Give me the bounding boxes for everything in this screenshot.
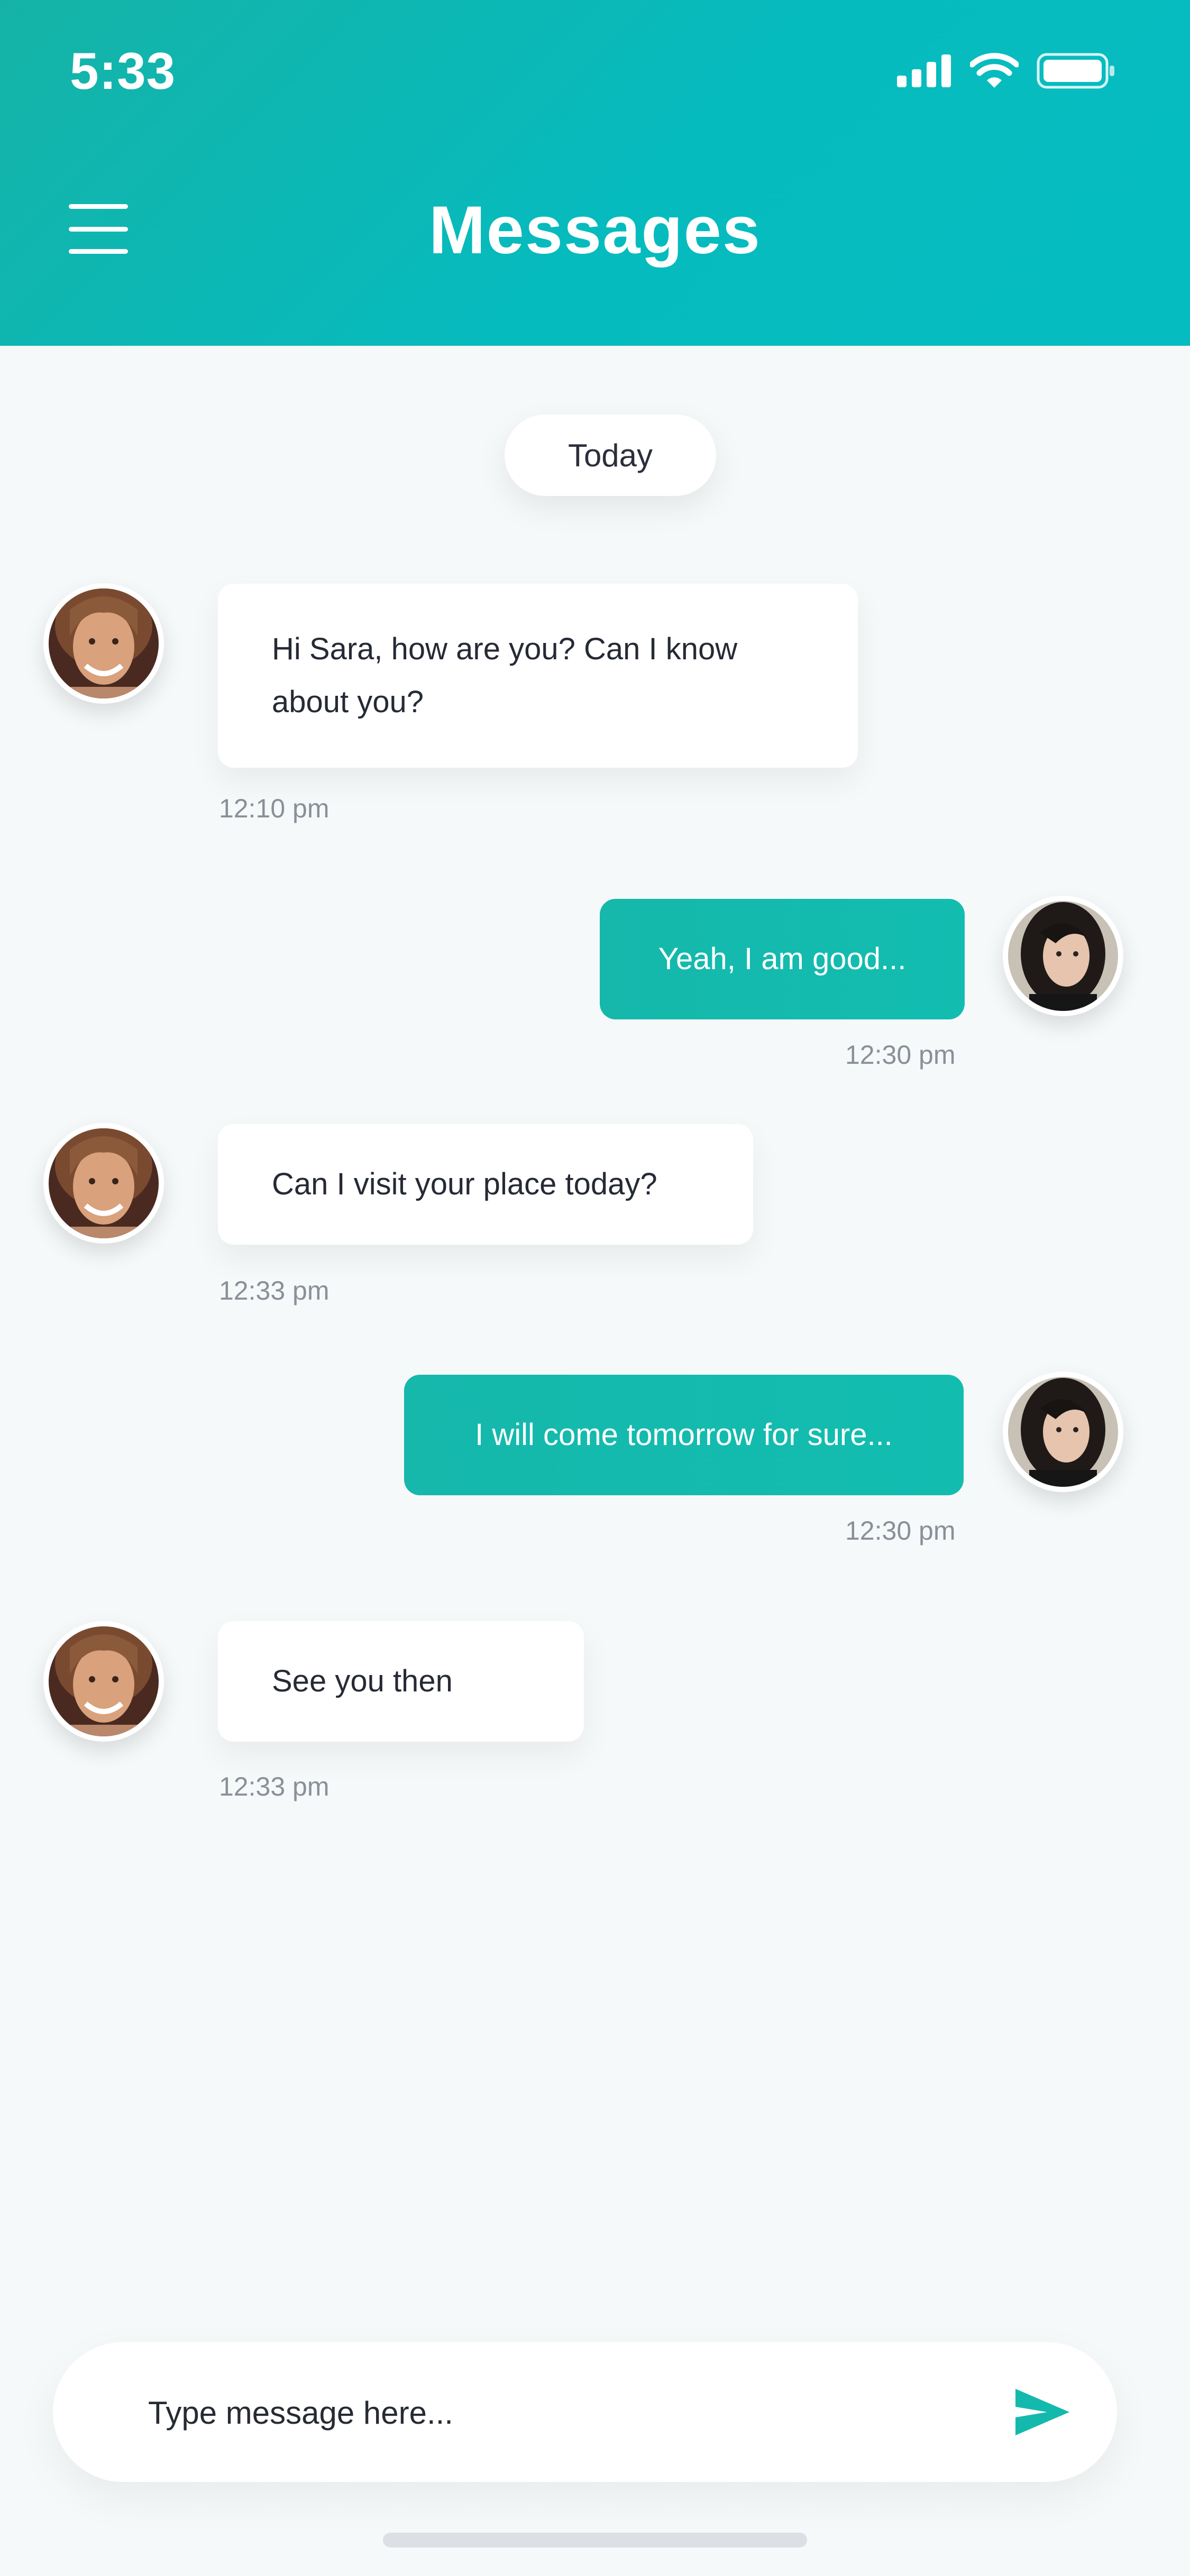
message-time: 12:30 pm [845, 1516, 956, 1545]
status-icons [897, 53, 1116, 89]
message-text: See you then [272, 1664, 453, 1698]
user-avatar-image [1008, 1377, 1118, 1487]
status-time: 5:33 [70, 42, 176, 100]
date-divider: Today [505, 415, 716, 496]
message-bubble-incoming[interactable]: Can I visit your place today? [218, 1124, 753, 1245]
send-icon[interactable] [1013, 2386, 1072, 2439]
signal-icon [897, 54, 951, 87]
message-input[interactable] [147, 2370, 942, 2455]
message-text: Yeah, I am good... [658, 942, 907, 976]
user-avatar-image [1008, 901, 1118, 1011]
wifi-icon [970, 53, 1019, 88]
message-time: 12:10 pm [219, 794, 329, 823]
sender-avatar-image [49, 1128, 159, 1238]
sender-avatar-image [49, 588, 159, 698]
message-bubble-outgoing[interactable]: I will come tomorrow for sure... [404, 1375, 964, 1495]
app-header: 5:33 Messages [0, 0, 1190, 346]
home-indicator[interactable] [383, 2533, 807, 2547]
message-text: Can I visit your place today? [272, 1167, 657, 1201]
message-bubble-outgoing[interactable]: Yeah, I am good... [600, 899, 965, 1019]
message-text: I will come tomorrow for sure... [475, 1418, 893, 1452]
page-title: Messages [429, 192, 761, 268]
sender-avatar[interactable] [43, 1621, 164, 1742]
sender-avatar[interactable] [43, 583, 164, 704]
message-text: Hi Sara, how are you? Can I know [272, 632, 738, 666]
message-time: 12:33 pm [219, 1772, 329, 1801]
sender-avatar-image [49, 1626, 159, 1736]
sender-avatar[interactable] [43, 1123, 164, 1244]
message-text: about you? [272, 685, 424, 719]
user-avatar[interactable] [1003, 896, 1123, 1016]
message-bubble-incoming[interactable]: See you then [218, 1621, 584, 1742]
battery-icon [1037, 53, 1114, 89]
message-time: 12:33 pm [219, 1276, 329, 1305]
message-time: 12:30 pm [845, 1040, 956, 1070]
user-avatar[interactable] [1003, 1372, 1123, 1492]
message-composer [53, 2342, 1117, 2482]
message-bubble-incoming[interactable]: Hi Sara, how are you? Can I know about y… [218, 584, 858, 768]
